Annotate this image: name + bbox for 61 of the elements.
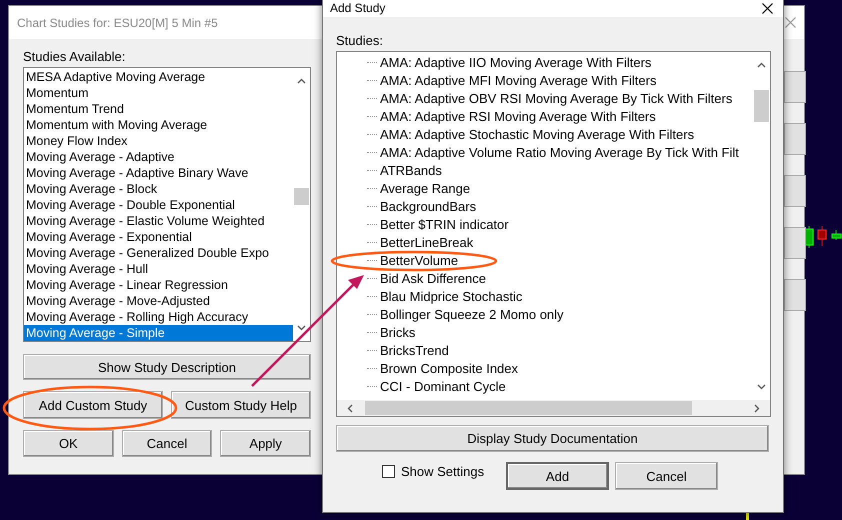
dialog-button[interactable]: Apply [220, 430, 312, 457]
hidden-button[interactable] [784, 175, 806, 207]
tree-item[interactable]: AMA: Adaptive MFI Moving Average With Filters [379, 72, 658, 88]
list-label: Studies: [336, 33, 384, 48]
list-item[interactable]: Momentum Trend [24, 101, 293, 117]
list-item[interactable]: Moving Average - Adaptive Binary Wave [24, 165, 293, 181]
tree-item[interactable]: AMA: Adaptive Volume Ratio Moving Average By Tick With Filt [379, 144, 740, 160]
tree-item[interactable]: Better $TRIN indicator [379, 216, 510, 232]
tree-item[interactable]: BricksTrend [379, 342, 450, 358]
list-item[interactable]: Momentum [24, 85, 293, 101]
window-title: Add Study [330, 1, 386, 15]
tree-item[interactable]: BetterLineBreak [379, 234, 474, 250]
list-item[interactable]: Moving Average - Adaptive [24, 149, 293, 165]
tree-item[interactable]: Blau Midprice Stochastic [379, 288, 524, 304]
documentation-button[interactable]: Display Study Documentation [336, 425, 769, 452]
dialog-button[interactable]: Add [506, 462, 609, 490]
show-settings-checkbox[interactable]: Show Settings [382, 464, 506, 478]
dialog-button[interactable]: Cancel [122, 430, 212, 457]
tree-item[interactable]: AMA: Adaptive IIO Moving Average With Filters [379, 54, 652, 70]
list-item[interactable]: Moving Average - Linear Regression [24, 277, 293, 293]
tree-item[interactable]: ATRBands [379, 162, 443, 178]
tree-item[interactable]: AMA: Adaptive Stochastic Moving Average With Filters [379, 126, 696, 142]
custom-study-button[interactable]: Add Custom Study [23, 391, 163, 419]
tree-item[interactable]: BetterVolume [379, 252, 460, 268]
list-item[interactable]: Moving Average - Generalized Double Expo [24, 245, 293, 261]
list-item[interactable]: Moving Average - Double Exponential [24, 197, 293, 213]
scrollbar-thumb[interactable] [754, 90, 769, 122]
dialog-button[interactable]: Cancel [615, 462, 718, 490]
list-item[interactable]: Moving Average - Elastic Volume Weighted [24, 213, 293, 229]
hidden-button[interactable] [784, 71, 806, 103]
candlestick-drawing [804, 226, 842, 248]
hidden-button[interactable] [784, 123, 806, 155]
custom-study-button[interactable]: Custom Study Help [171, 391, 311, 419]
list-item[interactable]: Moving Average - Simple [24, 325, 293, 341]
hidden-button[interactable] [784, 227, 806, 259]
list-item[interactable]: Moving Average - Exponential [24, 229, 293, 245]
tree-item[interactable]: Brown Composite Index [379, 360, 520, 376]
tree-item[interactable]: Bollinger Squeeze 2 Momo only [379, 306, 565, 322]
list-item[interactable]: Momentum with Moving Average [24, 117, 293, 133]
close-icon[interactable] [762, 2, 773, 14]
list-item[interactable]: Moving Average - Hull [24, 261, 293, 277]
tree-item[interactable]: AMA: Adaptive RSI Moving Average With Filters [379, 108, 657, 124]
tree-item[interactable]: BackgroundBars [379, 198, 478, 214]
window-title: Chart Studies for: ESU20[M] 5 Min #5 [17, 16, 218, 30]
list-label: Studies Available: [23, 49, 126, 64]
tree-item[interactable]: Average Range [379, 180, 472, 196]
tree-item[interactable]: Bricks [379, 324, 416, 340]
tree-item[interactable]: Bid Ask Difference [379, 270, 487, 286]
tree-item[interactable]: AMA: Adaptive OBV RSI Moving Average By Tick With Filters [379, 90, 734, 106]
list-item[interactable]: Moving Average - Rolling High Accuracy [24, 309, 293, 325]
horizontal-scrollbar[interactable] [337, 400, 770, 416]
dialog-button[interactable]: OK [23, 430, 114, 457]
list-item[interactable]: Moving Average - Block [24, 181, 293, 197]
list-item[interactable]: Moving Average - Move-Adjusted [24, 293, 293, 309]
show-description-button[interactable]: Show Study Description [23, 354, 311, 380]
hidden-button[interactable] [784, 279, 806, 311]
list-item[interactable]: Money Flow Index [24, 133, 293, 149]
tree-item[interactable]: CCI - Dominant Cycle [379, 378, 507, 394]
list-item[interactable]: MESA Adaptive Moving Average [24, 69, 293, 85]
scrollbar-thumb[interactable] [294, 188, 309, 205]
scrollbar-thumb[interactable] [365, 401, 692, 415]
